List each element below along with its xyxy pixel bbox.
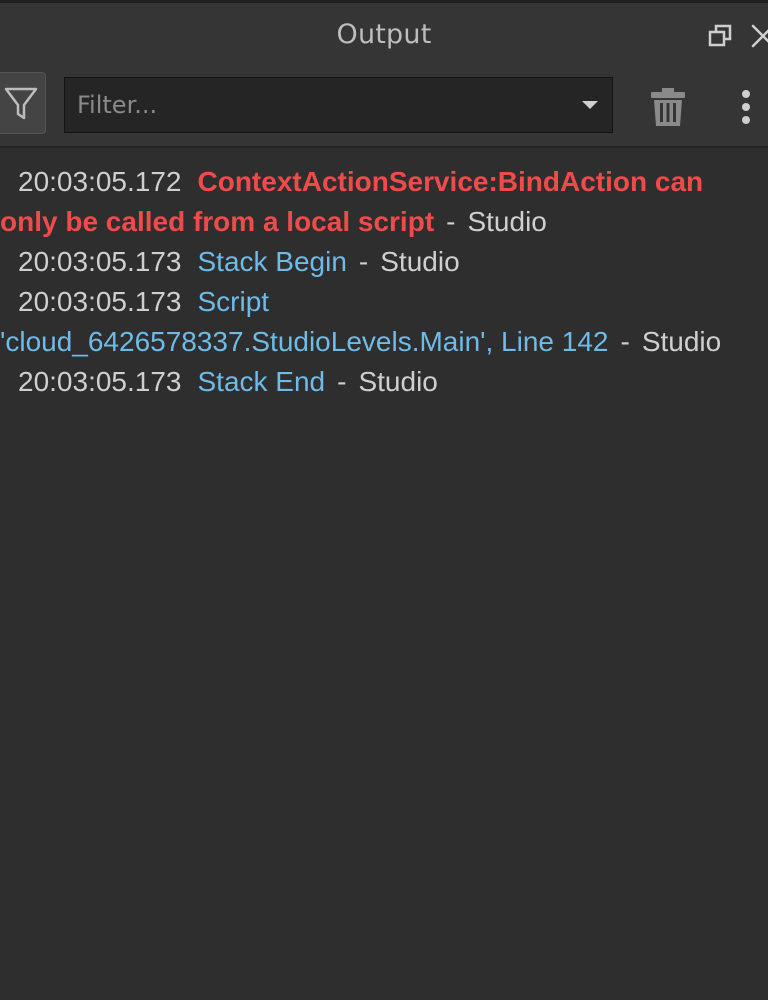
log-entry-error[interactable]: 20:03:05.172 ContextActionService:BindAct… [0, 162, 768, 242]
log-separator: - [358, 246, 369, 277]
log-timestamp: 20:03:05.173 [18, 286, 182, 317]
log-separator: - [446, 206, 456, 237]
filter-combobox[interactable] [64, 77, 613, 133]
log-source: Studio [467, 206, 547, 237]
log-separator: - [337, 366, 347, 397]
more-options-button[interactable] [736, 86, 756, 128]
clear-output-button[interactable] [648, 86, 688, 128]
log-source: Studio [380, 246, 460, 277]
restore-window-icon[interactable] [706, 21, 736, 51]
more-vertical-icon [736, 90, 756, 132]
output-toolbar [0, 68, 768, 148]
log-source: Studio [358, 366, 438, 397]
log-message[interactable]: Stack Begin [198, 246, 347, 277]
filter-toggle-button[interactable] [0, 72, 46, 134]
close-icon[interactable] [748, 21, 768, 51]
chevron-down-icon[interactable] [582, 101, 598, 109]
log-entry-stack-end[interactable]: 20:03:05.173 Stack End - Studio [0, 362, 768, 402]
output-panel-header: Output [0, 0, 768, 68]
log-timestamp: 20:03:05.173 [18, 246, 182, 277]
trash-icon [648, 88, 688, 132]
log-timestamp: 20:03:05.173 [18, 366, 182, 397]
panel-title: Output [336, 19, 432, 50]
log-source: Studio [641, 326, 722, 357]
log-timestamp: 20:03:05.172 [18, 166, 182, 197]
log-message[interactable]: Stack End [198, 366, 326, 397]
output-log: 20:03:05.172 ContextActionService:BindAct… [0, 162, 768, 402]
log-separator: - [620, 326, 630, 357]
filter-input[interactable] [77, 78, 557, 132]
log-entry-script-line[interactable]: 20:03:05.173 Script 'cloud_6426578337.Stu… [0, 282, 768, 362]
log-entry-stack-begin[interactable]: 20:03:05.173 Stack Begin - Studio [0, 242, 768, 282]
